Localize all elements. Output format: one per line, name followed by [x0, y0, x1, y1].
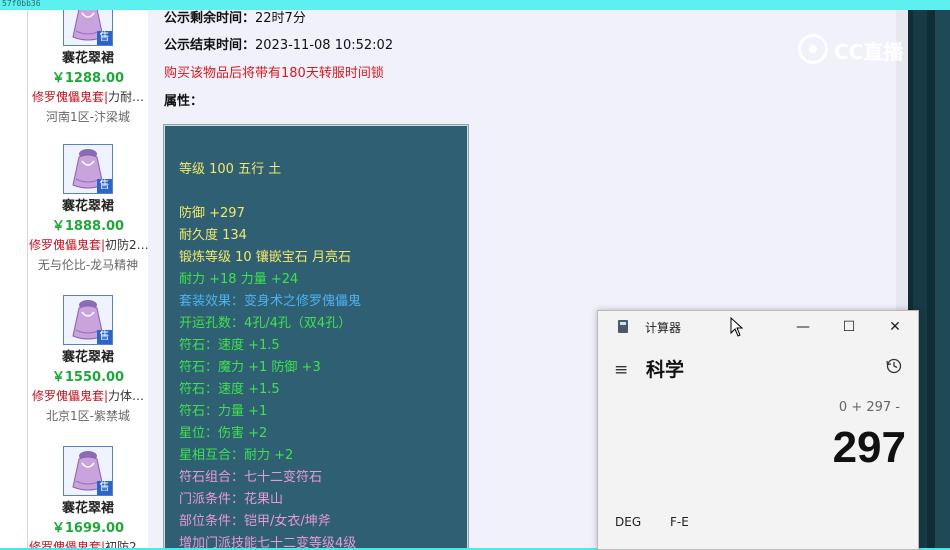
end-time-label: 公示结束时间： [164, 38, 256, 53]
list-item[interactable]: 售 褰花翠裙 ￥1550.00 修罗傀儡鬼套|力体… 北京1区-紫禁城 [28, 295, 148, 424]
menu-icon[interactable]: ≡ [614, 360, 628, 380]
attr-line: 开运孔数：4孔/4孔（双4孔） [179, 316, 352, 331]
item-thumbnail[interactable]: 售 [63, 144, 113, 194]
sale-badge: 售 [97, 330, 112, 344]
attributes-heading: 属性： [164, 94, 204, 109]
item-price: ￥1550.00 [51, 370, 125, 385]
minimize-button[interactable]: — [781, 315, 825, 339]
item-tag: 修罗傀儡鬼套|力体… [28, 387, 148, 404]
remaining-time-value: 22时7分 [255, 11, 306, 26]
transfer-lock-notice: 购买该物品后将带有180天转服时间锁 [164, 66, 384, 81]
item-name[interactable]: 褰花翠裙 [28, 497, 148, 516]
watermark-logo-icon [798, 34, 828, 64]
item-tag: 修罗傀儡鬼套|力耐… [28, 88, 148, 105]
item-name[interactable]: 褰花翠裙 [28, 346, 148, 365]
item-thumbnail[interactable]: 售 [63, 446, 113, 496]
item-tag-extra: 初防2… [105, 540, 148, 548]
sale-badge: 售 [97, 179, 112, 193]
item-tag-suit: 修罗傀儡鬼套| [29, 540, 106, 548]
list-item[interactable]: 售 褰花翠裙 ￥1288.00 修罗傀儡鬼套|力耐… 河南1区-汴梁城 [28, 10, 148, 125]
attributes-box: 等级 100 五行 土 防御 +297 耐久度 134 锻炼等级 10 镶嵌宝石… [163, 124, 469, 548]
calculator-mode-title: 科学 [646, 359, 685, 381]
calculator-title-bar[interactable]: 计算器 — ☐ ✕ [598, 311, 918, 343]
stream-watermark: CC直播 [798, 34, 928, 64]
item-name[interactable]: 褰花翠裙 [28, 195, 148, 214]
item-tag-extra: 初防2… [105, 238, 148, 252]
attr-line: 耐力 +18 力量 +24 [179, 272, 299, 287]
attr-line: 等级 100 五行 土 [179, 162, 282, 177]
attr-line: 套装效果：变身术之修罗傀儡鬼 [179, 294, 362, 309]
end-time: 公示结束时间：2023-11-08 10:52:02 [164, 34, 393, 53]
attr-line: 增加门派技能七十二变等级4级 [179, 536, 357, 548]
attr-line: 符石：魔力 +1 防御 +3 [179, 360, 321, 375]
calculator-display: 297 [832, 423, 906, 472]
attr-line: 符石组合：七十二变符石 [179, 470, 323, 485]
close-button[interactable]: ✕ [873, 315, 917, 339]
item-tag-extra: 力体… [108, 389, 145, 403]
item-thumbnail[interactable]: 售 [63, 10, 113, 46]
item-tag: 修罗傀儡鬼套|初防2… [28, 538, 148, 548]
list-item[interactable]: 售 褰花翠裙 ￥1699.00 修罗傀儡鬼套|初防2… [28, 446, 148, 548]
item-name[interactable]: 褰花翠裙 [28, 47, 148, 66]
item-price: ￥1288.00 [51, 71, 125, 86]
related-items-sidebar: 售 褰花翠裙 ￥1288.00 修罗傀儡鬼套|力耐… 河南1区-汴梁城 售 褰花… [27, 10, 149, 548]
remaining-time: 公示剩余时间：22时7分 [164, 10, 306, 26]
attr-line: 星相互合：耐力 +2 [179, 448, 294, 463]
item-price: ￥1699.00 [51, 521, 125, 536]
end-time-value: 2023-11-08 10:52:02 [255, 38, 394, 53]
attr-line: 防御 +297 [179, 206, 245, 221]
attr-line: 符石：力量 +1 [179, 404, 268, 419]
item-tag-extra: 力耐… [108, 90, 145, 104]
item-tag: 修罗傀儡鬼套|初防2… [28, 236, 148, 253]
calculator-app-icon [618, 320, 628, 333]
attr-line: 门派条件：花果山 [179, 492, 284, 507]
angle-unit-button[interactable]: DEG [615, 515, 641, 529]
attr-line: 符石：速度 +1.5 [179, 382, 280, 397]
attr-line: 锻炼等级 10 镶嵌宝石 月亮石 [179, 250, 351, 265]
attr-line: 星位：伤害 +2 [179, 426, 268, 441]
watermark-text: CC直播 [834, 40, 904, 64]
remaining-time-label: 公示剩余时间： [164, 11, 256, 26]
history-icon[interactable] [884, 357, 904, 377]
mouse-cursor-icon [730, 317, 744, 337]
item-tag-suit: 修罗傀儡鬼套| [29, 238, 106, 252]
item-tag-suit: 修罗傀儡鬼套| [31, 90, 109, 104]
item-server: 河南1区-汴梁城 [46, 110, 130, 124]
attr-line: 符石：速度 +1.5 [179, 338, 280, 353]
item-tag-suit: 修罗傀儡鬼套| [31, 389, 109, 403]
sale-badge: 售 [97, 31, 112, 45]
calculator-title: 计算器 [645, 321, 682, 335]
history-icon-glyph [886, 358, 902, 374]
calculator-window[interactable]: 计算器 — ☐ ✕ ≡ 科学 0 + 297 - 297 DEG F-E [597, 310, 919, 550]
url-fragment: 57f0bb36 [2, 0, 41, 8]
item-server: 北京1区-紫禁城 [46, 409, 130, 423]
attr-line: 部位条件：铠甲/女衣/坤斧 [179, 514, 331, 529]
browser-top-bar: 57f0bb36 [0, 0, 950, 10]
calculator-expression: 0 + 297 - [838, 400, 900, 415]
item-server: 无与伦比-龙马精神 [37, 258, 139, 272]
sale-badge: 售 [97, 481, 112, 495]
item-thumbnail[interactable]: 售 [63, 295, 113, 345]
fe-button[interactable]: F-E [670, 515, 689, 529]
item-price: ￥1888.00 [51, 219, 125, 234]
attr-line: 耐久度 134 [179, 228, 247, 243]
maximize-button[interactable]: ☐ [827, 315, 871, 339]
list-item[interactable]: 售 褰花翠裙 ￥1888.00 修罗傀儡鬼套|初防2… 无与伦比-龙马精神 [28, 144, 148, 273]
